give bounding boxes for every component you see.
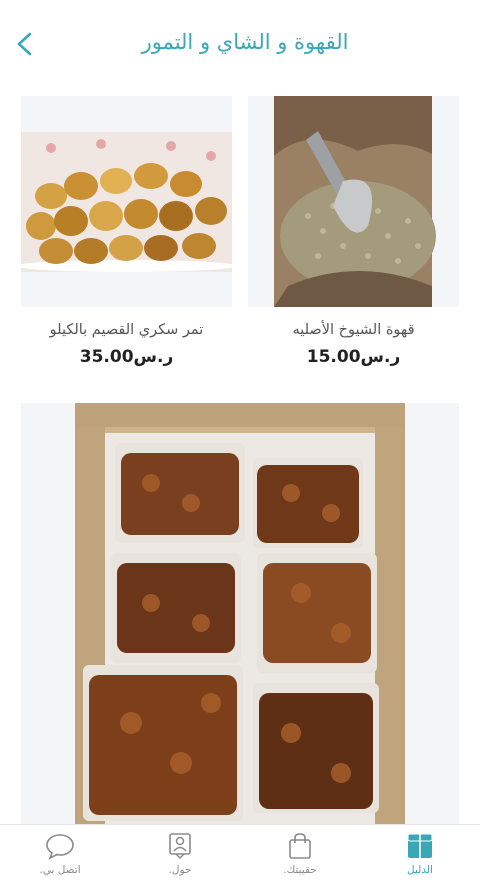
tab-label: حول. xyxy=(168,864,192,876)
product-image[interactable] xyxy=(248,96,459,307)
tab-about[interactable]: حول. xyxy=(120,825,240,884)
featured-product-card[interactable] xyxy=(21,403,459,825)
catalog-icon xyxy=(407,833,433,858)
product-card-dates[interactable]: تمر سكري القصيم بالكيلو ر.س35.00 xyxy=(21,96,232,367)
profile-card-icon xyxy=(169,833,191,860)
product-card-coffee[interactable]: قهوة الشيوخ الأصليه ر.س15.00 xyxy=(248,96,459,367)
coffee-beans-image xyxy=(274,96,436,307)
product-price: ر.س35.00 xyxy=(79,347,174,367)
tab-label: اتصل بي. xyxy=(39,864,81,876)
shopping-bag-icon xyxy=(289,833,311,859)
product-price: ر.س15.00 xyxy=(306,347,401,367)
bottom-tab-bar: اتصل بي. حول. حقيبتك. الدليل xyxy=(0,824,480,884)
product-name: قهوة الشيوخ الأصليه xyxy=(292,322,415,338)
product-name: تمر سكري القصيم بالكيلو xyxy=(49,322,204,338)
app-header: القهوة و الشاي و التمور xyxy=(0,0,480,90)
dates-box-image xyxy=(75,403,405,825)
chat-bubble-icon xyxy=(46,834,74,860)
tab-bag[interactable]: حقيبتك. xyxy=(240,825,360,884)
page-title: القهوة و الشاي و التمور xyxy=(141,30,349,54)
product-image[interactable] xyxy=(21,96,232,307)
tab-label: حقيبتك. xyxy=(283,864,317,876)
tab-contact[interactable]: اتصل بي. xyxy=(0,825,120,884)
tab-label: الدليل xyxy=(407,864,433,876)
tab-catalog[interactable]: الدليل xyxy=(360,825,480,884)
dates-plate-image xyxy=(21,132,232,272)
